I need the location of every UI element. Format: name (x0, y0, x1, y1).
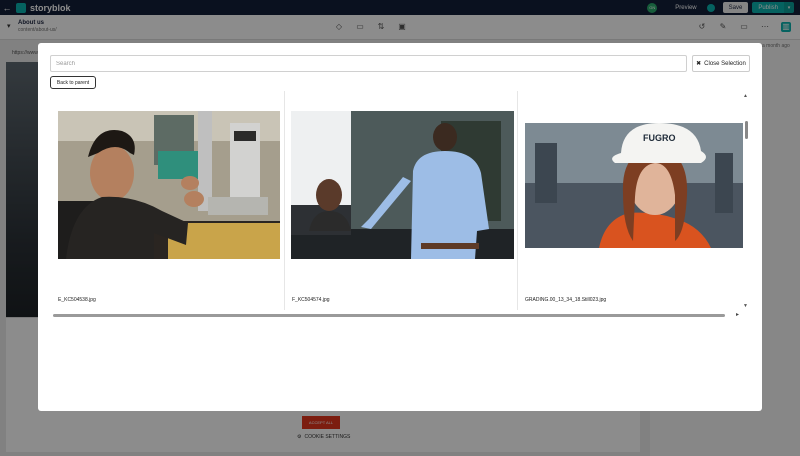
asset-selector-modal: ✖ Close Selection Back to parent (38, 43, 762, 411)
hard-hat-logo-text: FUGRO (643, 133, 676, 143)
asset-tile[interactable]: FUGRO GRADING.00_13_34_18.Still023.jpg (517, 91, 750, 310)
search-input[interactable] (50, 55, 687, 72)
vertical-scroll-thumb[interactable] (745, 121, 748, 139)
asset-thumbnail[interactable] (291, 111, 514, 259)
close-selection-label: Close Selection (704, 60, 746, 67)
asset-thumbnail[interactable]: FUGRO (525, 123, 743, 248)
asset-filename: GRADING.00_13_34_18.Still023.jpg (525, 297, 607, 303)
asset-filename: E_KC504538.jpg (58, 297, 96, 303)
asset-thumbnail[interactable] (58, 111, 280, 259)
asset-tile[interactable]: E_KC504538.jpg (50, 91, 284, 310)
asset-tile[interactable]: F_KC504574.jpg (284, 91, 517, 310)
scroll-right-arrow-icon[interactable]: ▸ (736, 311, 739, 318)
scroll-up-arrow-icon[interactable]: ▲ (743, 93, 748, 99)
close-selection-button[interactable]: ✖ Close Selection (692, 55, 750, 72)
close-icon: ✖ (696, 61, 702, 67)
scroll-down-arrow-icon[interactable]: ▼ (743, 303, 748, 309)
horizontal-scroll-thumb[interactable] (53, 314, 725, 317)
asset-grid: E_KC504538.jpg F_KC504574.jpg FUGRO GRAD… (50, 91, 750, 310)
asset-filename: F_KC504574.jpg (292, 297, 330, 303)
back-to-parent-button[interactable]: Back to parent (50, 76, 96, 89)
